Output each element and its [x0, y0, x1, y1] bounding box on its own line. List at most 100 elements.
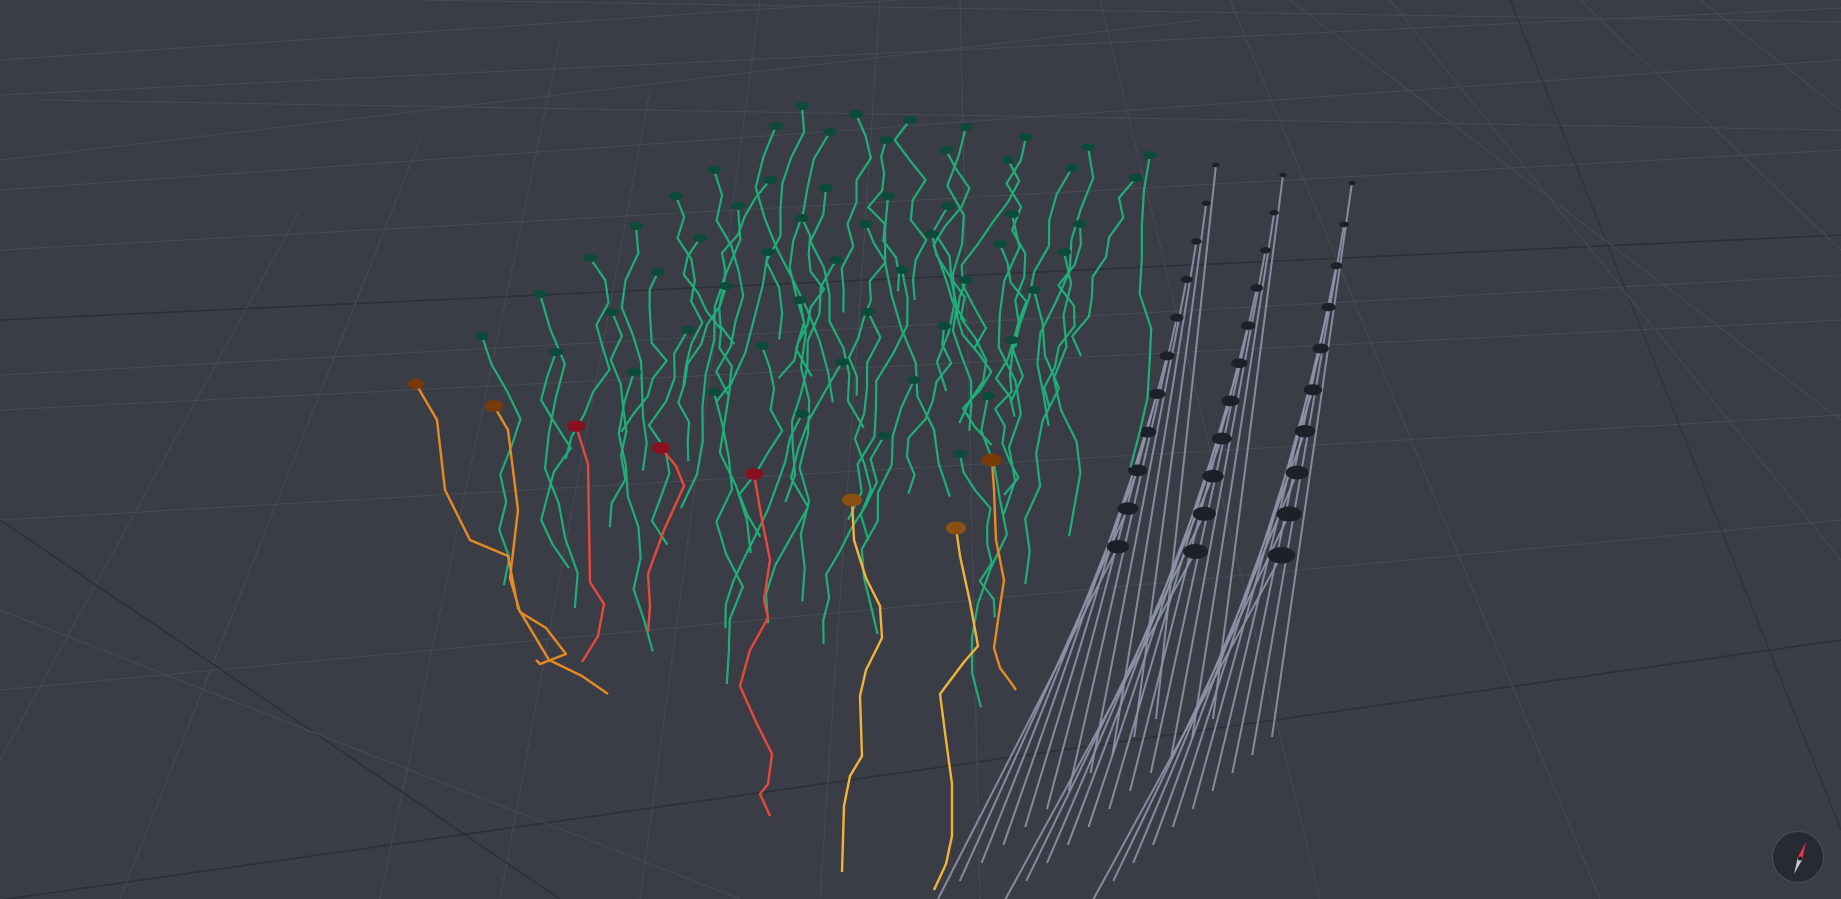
highlighted-trace-cap [946, 521, 966, 535]
grey-pole [1171, 389, 1314, 828]
grey-pole-cap [1221, 395, 1240, 407]
grid-line [1229, 0, 1601, 899]
grey-pole [1155, 164, 1217, 720]
3d-viewport[interactable] [0, 0, 1841, 899]
green-trace [674, 195, 704, 386]
grey-pole-cap [1250, 284, 1264, 292]
highlighted-trace-group [408, 378, 1017, 891]
grey-pole-cap [1170, 313, 1184, 322]
green-trace-cap [849, 110, 863, 118]
green-trace-cap [895, 266, 909, 274]
grid-line [0, 519, 561, 899]
grey-pole-cap [1294, 424, 1316, 438]
grey-pole-cap [1279, 172, 1287, 178]
grid-line [1099, 0, 1321, 899]
green-trace-cap [959, 276, 973, 284]
green-trace-cap [627, 368, 641, 376]
grey-pole-cap [1211, 432, 1232, 445]
grid-line [0, 234, 1841, 321]
grey-pole-cap [1183, 543, 1208, 559]
grid-line [0, 319, 1841, 411]
green-trace-cap [1001, 156, 1015, 164]
green-trace [1052, 251, 1082, 537]
green-trace-cap [629, 222, 643, 230]
green-trace [853, 311, 882, 541]
green-trace [608, 311, 628, 528]
grey-pole-cap [1202, 469, 1224, 483]
grid-line [1389, 0, 1841, 561]
grey-pole [1191, 348, 1322, 810]
green-trace-cap [769, 122, 783, 130]
green-trace-cap [793, 296, 807, 304]
grey-pole-cap [1267, 547, 1296, 564]
grid-line [1, 639, 1841, 899]
green-trace-cap [763, 176, 777, 184]
green-trace-cap [925, 230, 939, 238]
green-trace-cap [761, 248, 775, 256]
grey-pole-cap [1148, 389, 1166, 399]
grey-pole-cap [1117, 502, 1139, 515]
highlighted-trace [738, 473, 774, 817]
green-trace-cap [707, 166, 721, 174]
green-trace-cap [953, 450, 967, 458]
grey-pole [937, 546, 1119, 899]
grey-pole-cap [1191, 238, 1202, 245]
highlighted-trace [574, 425, 606, 663]
grey-pole-cap [1106, 539, 1130, 554]
green-trace-cap [795, 102, 809, 110]
highlighted-trace-cap [408, 378, 424, 390]
green-trace-cap [1129, 174, 1143, 182]
green-trace-cap [1027, 286, 1041, 294]
green-trace [718, 179, 771, 345]
green-trace-cap [755, 342, 769, 350]
green-trace-cap [1081, 143, 1095, 151]
green-trace-cap [605, 308, 619, 316]
grid-line [0, 274, 1841, 376]
grey-pole [1067, 317, 1178, 792]
green-trace-cap [1019, 133, 1033, 141]
grey-pole-cap [1240, 321, 1256, 330]
green-trace-cap [693, 234, 707, 242]
grey-pole-cap [1330, 262, 1343, 270]
green-trace-cap [829, 256, 843, 264]
green-trace-cap [981, 392, 995, 400]
highlighted-trace-cap [982, 453, 1002, 467]
grey-pole-cap [1231, 358, 1248, 369]
green-trace [840, 113, 872, 313]
green-trace [905, 325, 953, 494]
ground-grid [0, 0, 1841, 899]
green-trace-cap [937, 322, 951, 330]
green-trace-cap [861, 308, 875, 316]
green-trace-cap [1073, 220, 1087, 228]
green-trace [1024, 289, 1061, 585]
grid-line [0, 609, 741, 899]
grey-pole [958, 508, 1129, 882]
grey-pole-cap [1192, 506, 1216, 521]
green-trace-cap [795, 410, 809, 418]
grey-pole-cap [1321, 302, 1336, 312]
grey-pole-cap [1339, 221, 1350, 228]
green-trace-cap [903, 116, 917, 124]
grid-line [419, 0, 1841, 23]
green-trace-cap [993, 240, 1007, 248]
compass-button[interactable] [1772, 831, 1824, 883]
green-trace-cap [939, 146, 953, 154]
highlighted-trace [646, 447, 686, 633]
green-trace-cap [1005, 210, 1019, 218]
grid-line [379, 39, 561, 899]
green-trace-cap [731, 202, 745, 210]
grid-line [119, 139, 421, 899]
grey-pole-cap [1276, 506, 1302, 522]
green-trace-cap [879, 136, 893, 144]
green-trace [867, 139, 901, 292]
compass-needle-icon [1794, 842, 1806, 874]
grey-pole-cap [1159, 351, 1175, 361]
green-trace-cap [651, 268, 665, 276]
grey-pole-cap [1285, 465, 1309, 480]
grid-line [1509, 0, 1841, 831]
grid-line [39, 99, 1841, 131]
grey-pole-cap [1312, 343, 1329, 354]
green-trace-cap [795, 214, 809, 222]
green-trace-cap [959, 123, 973, 131]
green-trace-cap [1065, 164, 1079, 172]
